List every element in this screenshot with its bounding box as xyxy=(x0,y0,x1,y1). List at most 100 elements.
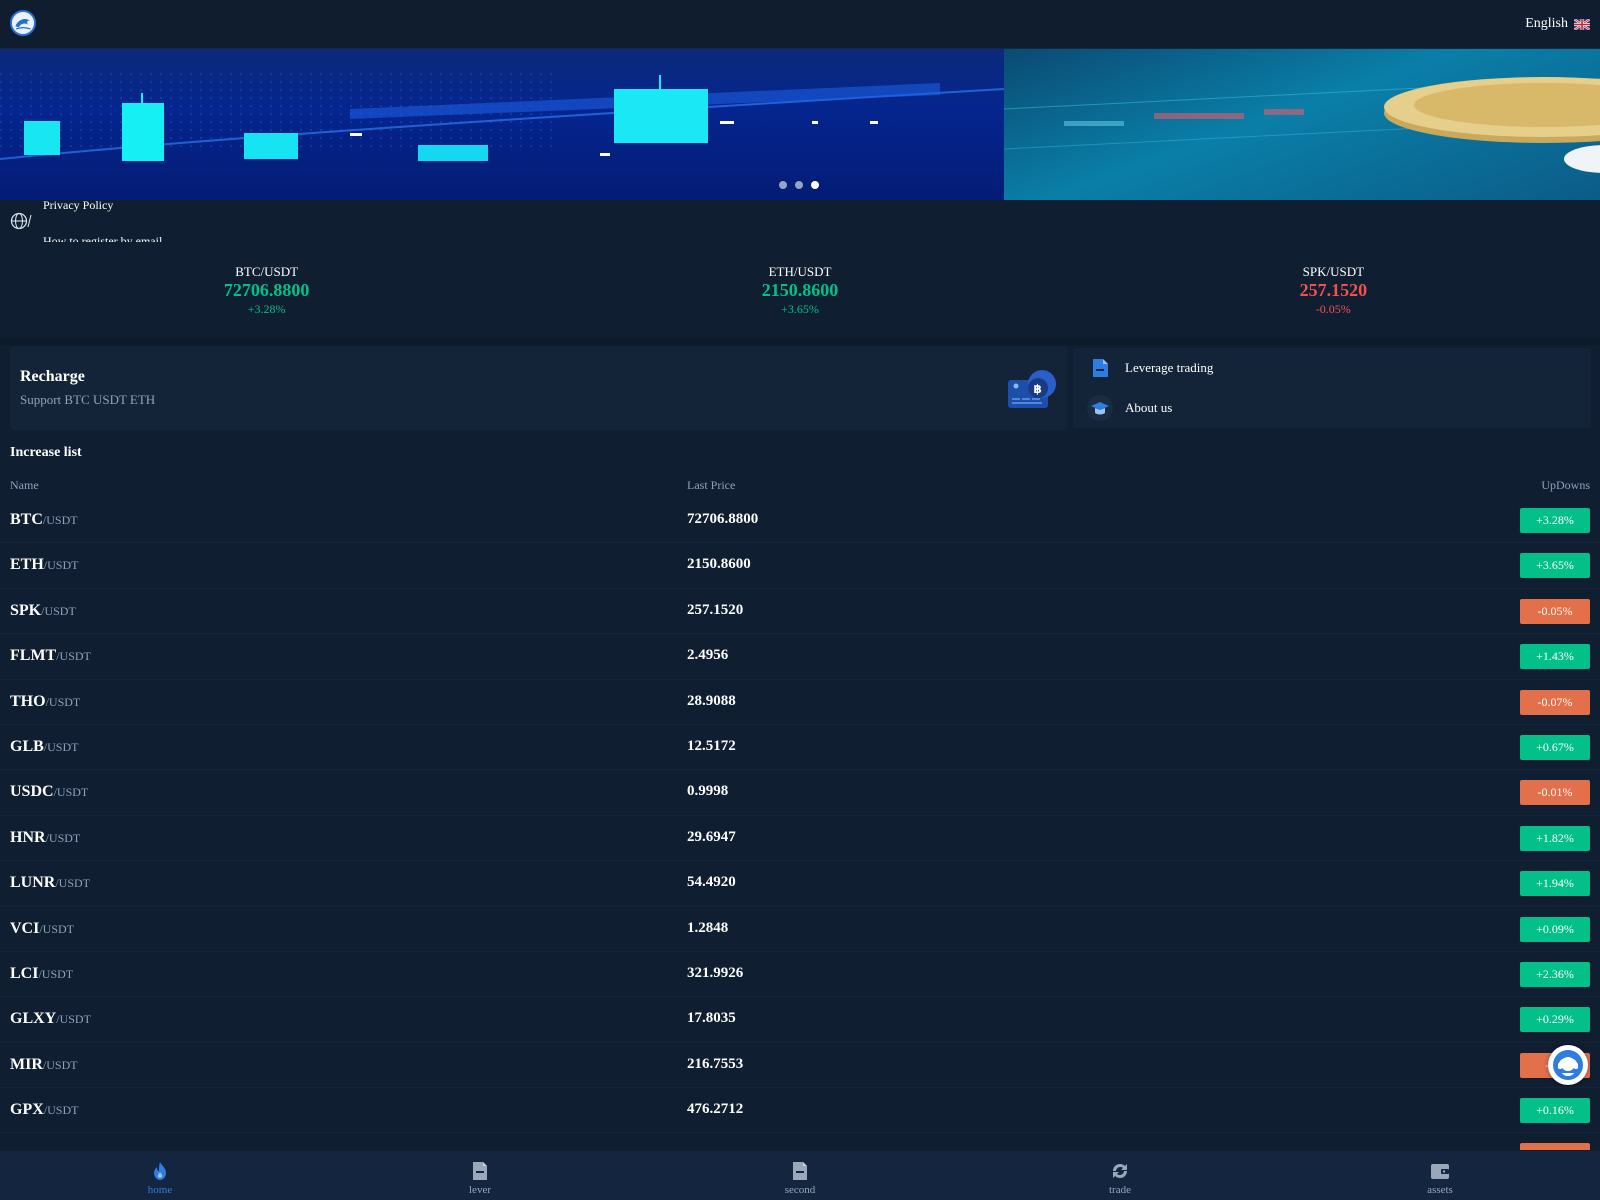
last-price: 17.8035 xyxy=(687,1010,736,1027)
table-row[interactable]: ETH/USDT 2150.8600 +3.65% xyxy=(0,543,1600,589)
ticker-btc[interactable]: BTC/USDT 72706.8800 +3.28% xyxy=(0,242,533,339)
graduation-cap-icon xyxy=(1087,395,1113,421)
market-tickers: BTC/USDT 72706.8800 +3.28% ETH/USDT 2150… xyxy=(0,242,1600,339)
tab-second[interactable]: second xyxy=(640,1151,960,1200)
notice-item[interactable]: How to register by email xyxy=(43,234,162,242)
table-row[interactable]: HNR/USDT 29.6947 +1.82% xyxy=(0,816,1600,862)
table-row[interactable] xyxy=(0,1133,1600,1150)
pair-quote: /USDT xyxy=(38,966,74,981)
pair-quote: /USDT xyxy=(56,1012,91,1027)
notice-item[interactable]: Privacy Policy xyxy=(43,200,113,213)
bottom-tab-bar: home lever second trade assets xyxy=(0,1151,1600,1200)
pair-quote: /USDT xyxy=(41,603,76,618)
table-row[interactable]: MIR/USDT216.7553-0.1 xyxy=(0,1043,1600,1089)
ticker-spk[interactable]: SPK/USDT 257.1520 -0.05% xyxy=(1067,242,1600,339)
last-price: 2150.8600 xyxy=(687,556,751,573)
pair-quote: /USDT xyxy=(55,876,91,891)
pair-name: ETH/USDT xyxy=(10,556,78,574)
change-badge: -0.05% xyxy=(1520,598,1590,624)
pair-name: VCI/USDT xyxy=(10,920,74,938)
last-price: 476.2712 xyxy=(687,1101,744,1118)
column-header-change: UpDowns xyxy=(1541,478,1590,492)
ticker-pair: SPK/USDT xyxy=(1302,264,1365,279)
change-badge: +1.82% xyxy=(1520,825,1590,851)
top-header: English xyxy=(0,0,1600,49)
pair-base: LCI xyxy=(10,964,39,982)
pair-name: LCI/USDT xyxy=(10,965,73,983)
table-row[interactable]: SPK/USDT 257.1520 -0.05% xyxy=(0,589,1600,635)
pair-quote: /USDT xyxy=(42,1057,78,1072)
pair-base: THO xyxy=(10,692,46,710)
tab-label: home xyxy=(147,1184,173,1196)
ticker-pair: BTC/USDT xyxy=(235,264,299,279)
table-row[interactable]: GLB/USDT 12.5172 +0.67% xyxy=(0,725,1600,771)
table-row[interactable]: VCI/USDT 1.2848 +0.09% xyxy=(0,907,1600,952)
language-label: English xyxy=(1525,16,1568,31)
change-badge xyxy=(1520,1143,1590,1150)
notice-bar[interactable]: Privacy Policy How to register by email xyxy=(0,200,1600,242)
banner-dot-active[interactable] xyxy=(811,181,819,189)
tab-label: assets xyxy=(1427,1184,1453,1196)
quick-link-label: Leverage trading xyxy=(1125,360,1214,375)
pair-name: THO/USDT xyxy=(10,693,80,711)
pair-base: HNR xyxy=(10,828,46,846)
table-row[interactable]: BTC/USDT 72706.8800 +3.28% xyxy=(0,498,1600,544)
ticker-change: +3.65% xyxy=(781,302,819,316)
tab-home[interactable]: home xyxy=(0,1151,320,1200)
table-row[interactable]: GPX/USDT 476.2712 +0.16% xyxy=(0,1088,1600,1134)
tab-label: lever xyxy=(469,1184,491,1196)
pair-base: VCI xyxy=(10,919,40,937)
recharge-card[interactable]: Recharge Support BTC USDT ETH ฿ xyxy=(10,346,1067,430)
promo-banner[interactable] xyxy=(0,49,1600,200)
ticker-pair: ETH/USDT xyxy=(768,264,832,279)
recharge-title: Recharge xyxy=(20,368,85,385)
pair-base: FLMT xyxy=(10,647,57,665)
change-badge: +3.65% xyxy=(1520,553,1590,579)
leverage-trading-link[interactable]: Leverage trading xyxy=(1087,353,1213,383)
ticker-change: +3.28% xyxy=(247,302,286,316)
pair-name: USDC/USDT xyxy=(10,783,88,801)
tab-trade[interactable]: trade xyxy=(960,1151,1280,1200)
table-row[interactable]: LCI/USDT 321.9926 +2.36% xyxy=(0,952,1600,998)
customer-service-button[interactable] xyxy=(1548,1045,1588,1085)
last-price: 0.9998 xyxy=(687,783,729,800)
table-row[interactable]: GLXY/USDT 17.8035 +0.29% xyxy=(0,997,1600,1043)
banner-dot[interactable] xyxy=(795,181,803,189)
change-badge: +0.09% xyxy=(1520,916,1590,942)
change-badge: +0.29% xyxy=(1520,1007,1590,1033)
about-us-link[interactable]: About us xyxy=(1087,393,1172,423)
dolphin-logo-icon[interactable] xyxy=(10,10,36,36)
pair-base: BTC xyxy=(10,511,43,528)
table-row[interactable]: USDC/USDT 0.9998 -0.01% xyxy=(0,770,1600,816)
pair-quote: /USDT xyxy=(45,830,81,845)
pair-base: MIR xyxy=(10,1055,43,1073)
table-row[interactable]: FLMT/USDT 2.4956 +1.43% xyxy=(0,634,1600,680)
table-row[interactable]: LUNR/USDT 54.4920 +1.94% xyxy=(0,861,1600,907)
pair-base: LUNR xyxy=(10,874,56,892)
ticker-price: 257.1520 xyxy=(1299,280,1368,300)
uk-flag-icon xyxy=(1574,18,1590,30)
last-price: 29.6947 xyxy=(687,828,736,845)
increase-list-title: Increase list xyxy=(10,445,82,460)
wallet-icon xyxy=(1431,1164,1449,1179)
table-row[interactable]: THO/USDT 28.9088 -0.07% xyxy=(0,680,1600,725)
last-price: 2.4956 xyxy=(687,647,729,664)
last-price: 72706.8800 xyxy=(687,511,759,527)
pair-name: BTC/USDT xyxy=(10,511,78,529)
language-selector[interactable]: English xyxy=(1525,16,1590,32)
ticker-price: 2150.8600 xyxy=(761,280,839,300)
document-icon xyxy=(473,1162,487,1180)
quick-link-label: About us xyxy=(1125,400,1173,415)
last-price: 28.9088 xyxy=(687,692,736,709)
column-header-price: Last Price xyxy=(687,478,736,492)
svg-text:฿: ฿ xyxy=(1034,382,1042,396)
banner-slide-candlesticks xyxy=(0,49,1004,200)
change-badge: +0.16% xyxy=(1520,1098,1590,1124)
tab-lever[interactable]: lever xyxy=(320,1151,640,1200)
ticker-eth[interactable]: ETH/USDT 2150.8600 +3.65% xyxy=(533,242,1066,339)
tab-assets[interactable]: assets xyxy=(1280,1151,1600,1200)
banner-pagination xyxy=(779,181,819,189)
pair-quote: /USDT xyxy=(43,1103,79,1118)
banner-dot[interactable] xyxy=(779,181,787,189)
increase-list: BTC/USDT 72706.8800 +3.28% ETH/USDT 2150.860… xyxy=(0,498,1600,1150)
